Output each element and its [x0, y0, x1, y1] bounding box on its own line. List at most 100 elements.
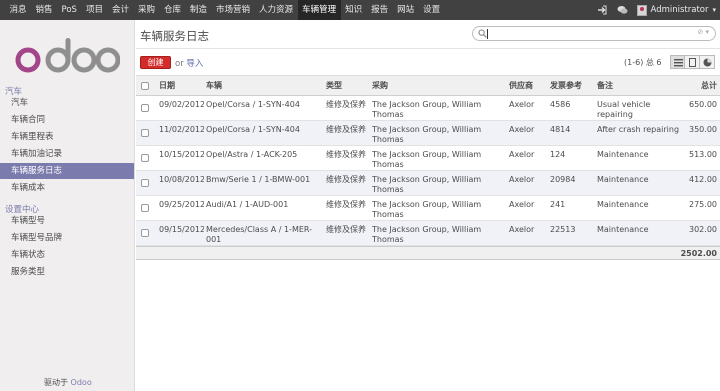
cell-type: 维修及保养 [326, 150, 366, 159]
cell-vehicle: Opel/Corsa / 1-SYN-404 [206, 100, 300, 109]
powered-brand-link[interactable]: Odoo [71, 378, 92, 387]
search-options-icon[interactable]: ⊘ ▾ [697, 28, 709, 36]
cell-total: 275.00 [689, 200, 717, 209]
cell-type: 维修及保养 [326, 175, 366, 184]
cell-type: 维修及保养 [326, 200, 366, 209]
row-checkbox[interactable] [141, 129, 149, 137]
list-view-button[interactable] [670, 55, 685, 69]
or-import: or 导入 [175, 57, 203, 69]
cell-date: 09/15/2012 [159, 225, 204, 234]
menu-item[interactable]: 销售 [31, 0, 57, 20]
table-row[interactable]: 09/25/2012 Audi/A1 / 1-AUD-001 维修及保养 The Ja… [136, 196, 720, 221]
column-header[interactable]: 日期 [159, 81, 204, 91]
menu-item[interactable]: 市场营销 [212, 0, 255, 20]
create-button[interactable]: 创建 [140, 56, 171, 69]
cell-vehicle: Bmw/Serie 1 / 1-BMW-001 [206, 175, 311, 184]
sidebar-item[interactable]: 车辆里程表 [0, 129, 134, 145]
menu-item[interactable]: 知识 [341, 0, 367, 20]
cell-vendor: Axelor [509, 200, 535, 209]
menu-item[interactable]: 报告 [367, 0, 393, 20]
pager[interactable]: (1-6) 总 6 [624, 57, 661, 68]
row-checkbox[interactable] [141, 204, 149, 212]
cell-notes: Maintenance [597, 150, 649, 159]
powered-prefix: 驱动于 [44, 378, 68, 387]
menu-item[interactable]: 人力资源 [255, 0, 298, 20]
odoo-logo[interactable] [14, 36, 120, 76]
sidebar-item[interactable]: 汽车 [0, 95, 134, 111]
cell-vehicle: Opel/Corsa / 1-SYN-404 [206, 125, 300, 134]
cell-total: 350.00 [689, 125, 717, 134]
menu-item[interactable]: 制造 [186, 0, 212, 20]
chat-icon[interactable] [617, 5, 628, 15]
chevron-down-icon: ▾ [712, 6, 716, 14]
cell-vendor: Axelor [509, 175, 535, 184]
column-header[interactable]: 类型 [326, 81, 368, 91]
cell-vendor: Axelor [509, 225, 535, 234]
cell-vehicle: Audi/A1 / 1-AUD-001 [206, 200, 289, 209]
column-header[interactable]: 发票参考 [550, 81, 594, 91]
list-view-icon [674, 59, 683, 67]
user-name: Administrator [650, 5, 709, 15]
graph-view-button[interactable] [700, 55, 715, 69]
sidebar-item[interactable]: 车辆合同 [0, 112, 134, 128]
column-header[interactable]: 供应商 [509, 81, 547, 91]
cell-total: 412.00 [689, 175, 717, 184]
logout-icon[interactable] [597, 5, 607, 15]
cell-notes: Usual vehicle repairing [597, 100, 651, 119]
menu-item[interactable]: 设置 [419, 0, 445, 20]
row-checkbox[interactable] [141, 179, 149, 187]
row-checkbox[interactable] [141, 229, 149, 237]
cell-date: 10/15/2012 [159, 150, 204, 159]
table-row[interactable]: 10/08/2012 Bmw/Serie 1 / 1-BMW-001 维修及保养 Th… [136, 171, 720, 196]
menu-item[interactable]: PoS [57, 0, 81, 20]
cell-purchaser: The Jackson Group, William Thomas [372, 175, 482, 194]
sum-total: 2502.00 [680, 249, 717, 258]
menu-item[interactable]: 仓库 [160, 0, 186, 20]
menu-item[interactable]: 会计 [107, 0, 133, 20]
search-input[interactable]: ⊘ ▾ [472, 26, 716, 41]
cell-type: 维修及保养 [326, 225, 366, 234]
import-link[interactable]: 导入 [186, 59, 203, 69]
cell-vehicle: Opel/Astra / 1-ACK-205 [206, 150, 298, 159]
table-row[interactable]: 09/15/2012 Mercedes/Class A / 1-MER-001 维修… [136, 221, 720, 246]
cell-type: 维修及保养 [326, 100, 366, 109]
cell-vehicle: Mercedes/Class A / 1-MER-001 [206, 225, 313, 244]
cell-invoice: 20984 [550, 175, 576, 184]
sidebar-item[interactable]: 车辆状态 [0, 247, 134, 263]
cell-date: 09/02/2012 [159, 100, 204, 109]
or-label: or [175, 59, 184, 69]
row-checkbox[interactable] [141, 154, 149, 162]
sidebar-item[interactable]: 车辆型号品牌 [0, 230, 134, 246]
cell-date: 10/08/2012 [159, 175, 204, 184]
main-menu: 消息 销售 PoS 项目 会计 采购 仓库 制造 市场营销 人力资源 车辆管理 知识 报告 网站 设置 [0, 0, 445, 20]
sidebar-item[interactable]: 车辆加油记录 [0, 146, 134, 162]
row-checkbox[interactable] [141, 104, 149, 112]
table-row[interactable]: 11/02/2012 Opel/Corsa / 1-SYN-404 维修及保养 The… [136, 121, 720, 146]
form-view-button[interactable] [685, 55, 700, 69]
cell-purchaser: The Jackson Group, William Thomas [372, 100, 482, 119]
cell-vendor: Axelor [509, 150, 535, 159]
menu-item[interactable]: 项目 [81, 0, 107, 20]
table-row[interactable]: 10/15/2012 Opel/Astra / 1-ACK-205 维修及保养 The… [136, 146, 720, 171]
menu-item[interactable]: 车辆管理 [297, 0, 341, 20]
user-menu[interactable]: Administrator ▾ [636, 4, 716, 16]
column-header[interactable]: 备注 [597, 81, 681, 91]
menu-item[interactable]: 消息 [5, 0, 31, 20]
column-header[interactable]: 车辆 [206, 81, 322, 91]
cell-purchaser: The Jackson Group, William Thomas [372, 200, 482, 219]
table-row[interactable]: 09/02/2012 Opel/Corsa / 1-SYN-404 维修及保养 The… [136, 96, 720, 121]
sidebar-item[interactable]: 服务类型 [0, 264, 134, 280]
row-checkbox[interactable] [141, 82, 149, 90]
avatar [636, 4, 647, 16]
cell-invoice: 4586 [550, 100, 571, 109]
menu-item[interactable]: 网站 [393, 0, 419, 20]
cell-invoice: 241 [550, 200, 566, 209]
column-header[interactable]: 总计 [676, 81, 717, 91]
sidebar-item[interactable]: 车辆型号 [0, 213, 134, 229]
cell-purchaser: The Jackson Group, William Thomas [372, 225, 482, 244]
menu-item[interactable]: 采购 [133, 0, 159, 20]
cell-total: 513.00 [689, 150, 717, 159]
sidebar-item[interactable]: 车辆服务日志 [0, 163, 134, 179]
sidebar-item[interactable]: 车辆成本 [0, 180, 134, 196]
column-header[interactable]: 采购 [372, 81, 502, 91]
